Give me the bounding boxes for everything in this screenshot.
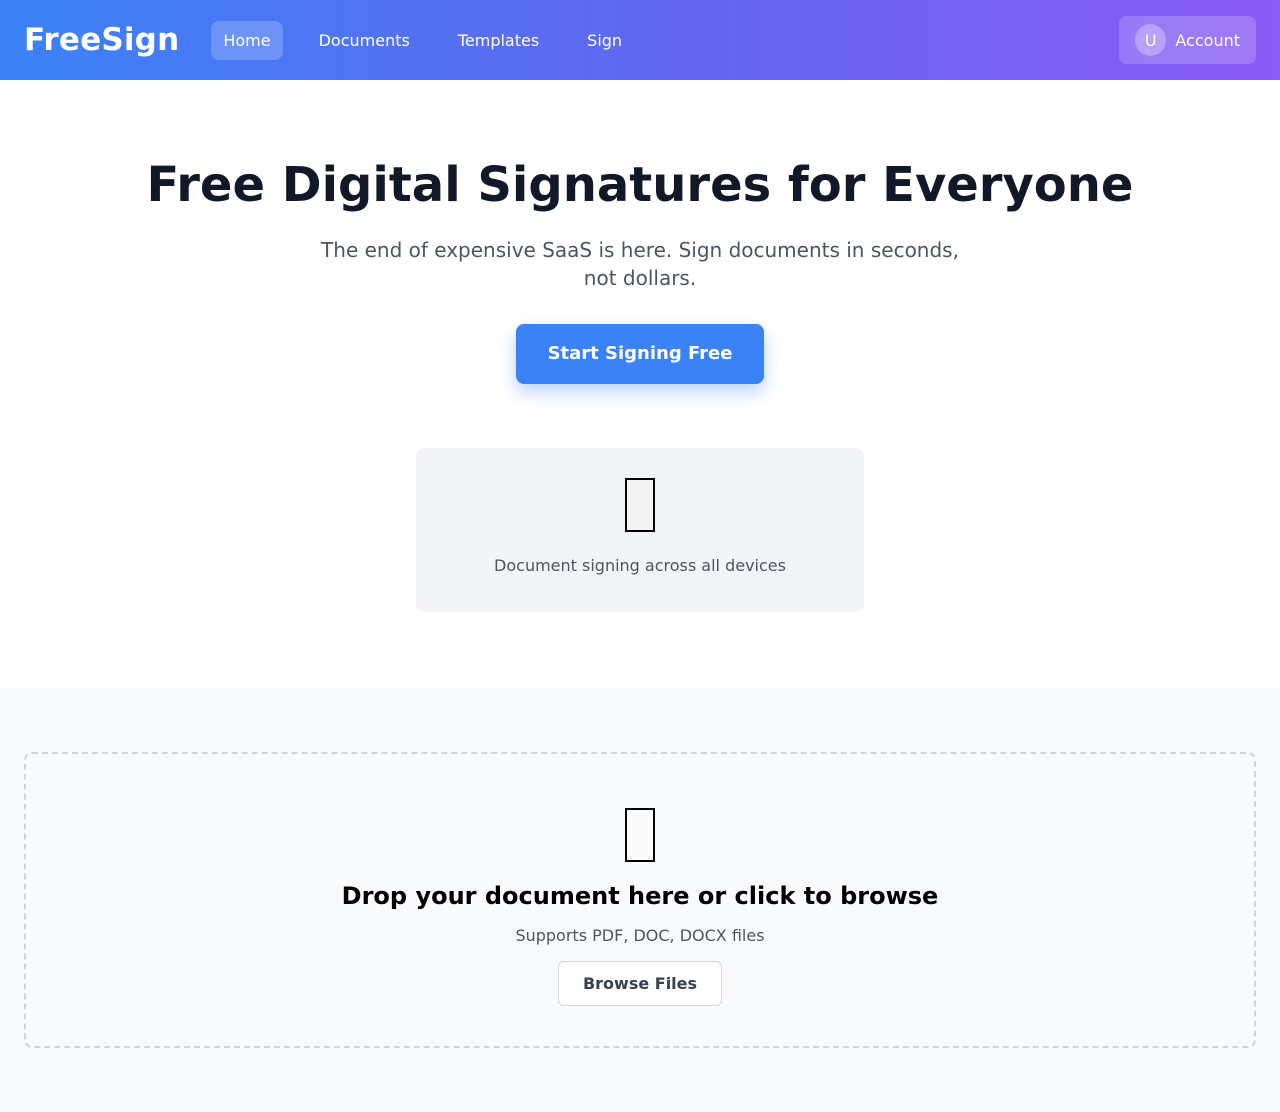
start-signing-button[interactable]: Start Signing Free [516,324,764,384]
file-dropzone[interactable]: Drop your document here or click to brow… [24,752,1256,1048]
app-logo[interactable]: FreeSign [24,22,179,58]
nav-item-sign[interactable]: Sign [575,21,634,60]
hero-section: Free Digital Signatures for Everyone The… [0,80,1280,688]
account-button[interactable]: U Account [1119,16,1256,64]
top-nav-bar: FreeSign Home Documents Templates Sign U… [0,0,1280,80]
nav-item-templates[interactable]: Templates [446,21,551,60]
main-nav: Home Documents Templates Sign [211,20,658,60]
dropzone-title: Drop your document here or click to brow… [341,882,939,910]
nav-item-documents[interactable]: Documents [307,21,422,60]
hero-subtitle: The end of expensive SaaS is here. Sign … [321,238,959,290]
device-card: Document signing across all devices [416,448,864,612]
upload-section: Drop your document here or click to brow… [0,688,1280,1112]
avatar: U [1135,24,1167,56]
devices-icon [625,478,655,532]
dropzone-subtitle: Supports PDF, DOC, DOCX files [515,926,765,945]
nav-item-home[interactable]: Home [211,20,283,60]
document-icon [625,808,655,862]
account-label: Account [1175,30,1240,50]
device-card-caption: Document signing across all devices [494,556,786,575]
hero-title: Free Digital Signatures for Everyone [146,157,1134,213]
browse-files-button[interactable]: Browse Files [558,961,722,1006]
